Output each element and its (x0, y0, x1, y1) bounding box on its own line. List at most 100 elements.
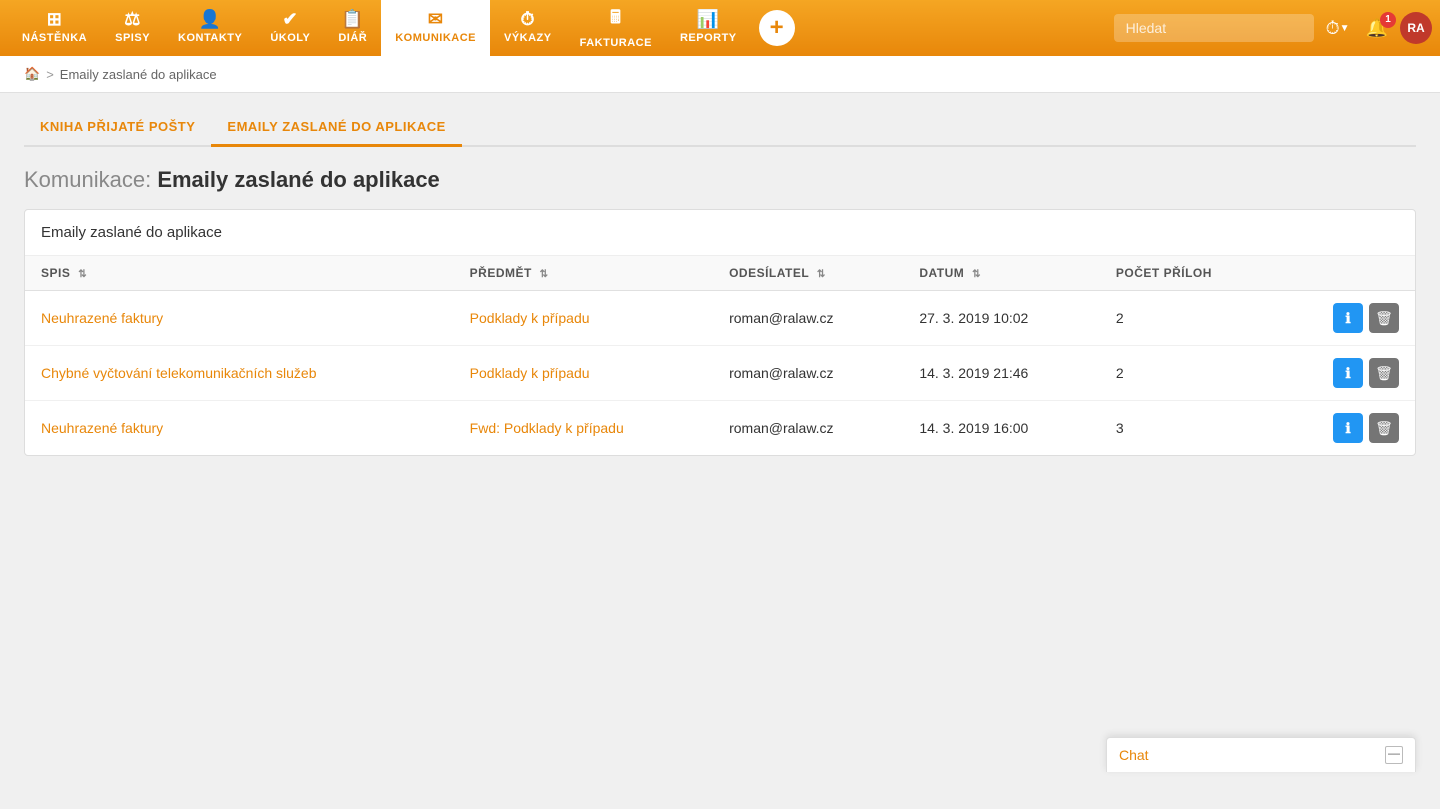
spis-link-2[interactable]: Neuhrazené faktury (41, 420, 163, 436)
nav-label-diar: DIÁŘ (338, 32, 367, 44)
kontakty-icon: 👤 (199, 9, 222, 30)
chat-widget: Chat — (1106, 737, 1416, 772)
info-button-1[interactable]: ℹ (1333, 358, 1363, 388)
fakturace-icon: 🖩 (610, 5, 621, 35)
notification-badge: 1 (1380, 12, 1396, 28)
tabs: KNIHA PŘIJATÉ POŠTY EMAILY ZASLANÉ DO AP… (24, 109, 1416, 147)
chat-label: Chat (1119, 747, 1149, 763)
predmet-link-0[interactable]: Podklady k případu (470, 310, 590, 326)
col-actions (1278, 256, 1415, 291)
nav-items: ⊞ NÁSTĚNKA ⚖ SPISY 👤 KONTAKTY ✔ ÚKOLY 📋 … (8, 0, 1114, 56)
cell-actions-1: ℹ 🗑 (1278, 346, 1415, 401)
col-odesilatel[interactable]: ODESÍLATEL ⇅ (713, 256, 903, 291)
cell-odesilatel-2: roman@ralaw.cz (713, 401, 903, 456)
clock-icon-button[interactable]: ⏱ ▼ (1322, 14, 1354, 43)
emails-table: SPIS ⇅ PŘEDMĚT ⇅ ODESÍLATEL ⇅ DATUM ⇅ (25, 256, 1415, 455)
cell-odesilatel-1: roman@ralaw.cz (713, 346, 903, 401)
cell-spis-2: Neuhrazené faktury (25, 401, 454, 456)
table-row: Neuhrazené faktury Fwd: Podklady k přípa… (25, 401, 1415, 456)
nav-item-komunikace[interactable]: ✉ KOMUNIKACE (381, 0, 490, 56)
spis-link-0[interactable]: Neuhrazené faktury (41, 310, 163, 326)
vykazy-icon: ⏱ (521, 9, 536, 30)
sort-icon-datum: ⇅ (972, 269, 981, 280)
page-title-label: Komunikace: (24, 167, 151, 192)
nav-item-kontakty[interactable]: 👤 KONTAKTY (164, 0, 256, 56)
cell-odesilatel-0: roman@ralaw.cz (713, 291, 903, 346)
cell-spis-1: Chybné vyčtování telekomunikačních služe… (25, 346, 454, 401)
chat-minimize-button[interactable]: — (1385, 746, 1403, 764)
search-input[interactable] (1114, 14, 1314, 42)
nav-label-reporty: REPORTY (680, 32, 737, 44)
nav-item-diar[interactable]: 📋 DIÁŘ (324, 0, 381, 56)
tab-kniha-prijate-posty[interactable]: KNIHA PŘIJATÉ POŠTY (24, 109, 211, 147)
spisy-icon: ⚖ (124, 9, 141, 30)
nav-item-nastanka[interactable]: ⊞ NÁSTĚNKA (8, 0, 101, 56)
nav-item-fakturace[interactable]: 🖩 FAKTURACE (566, 0, 666, 56)
reporty-icon: 📊 (697, 9, 720, 30)
cell-predmet-0: Podklady k případu (454, 291, 713, 346)
table-row: Chybné vyčtování telekomunikačních služe… (25, 346, 1415, 401)
cell-pocet-0: 2 (1100, 291, 1278, 346)
cell-pocet-2: 3 (1100, 401, 1278, 456)
table-row: Neuhrazené faktury Podklady k případu ro… (25, 291, 1415, 346)
notification-button[interactable]: 🔔 1 (1362, 14, 1392, 43)
cell-predmet-1: Podklady k případu (454, 346, 713, 401)
table-body: Neuhrazené faktury Podklady k případu ro… (25, 291, 1415, 456)
top-navigation: ⊞ NÁSTĚNKA ⚖ SPISY 👤 KONTAKTY ✔ ÚKOLY 📋 … (0, 0, 1440, 56)
nav-label-spisy: SPISY (115, 32, 150, 44)
page-content: KNIHA PŘIJATÉ POŠTY EMAILY ZASLANÉ DO AP… (0, 93, 1440, 809)
nav-label-kontakty: KONTAKTY (178, 32, 242, 44)
spis-link-1[interactable]: Chybné vyčtování telekomunikačních služe… (41, 365, 316, 381)
nav-item-reporty[interactable]: 📊 REPORTY (666, 0, 751, 56)
delete-button-1[interactable]: 🗑 (1369, 358, 1399, 388)
cell-datum-1: 14. 3. 2019 21:46 (903, 346, 1100, 401)
nav-label-fakturace: FAKTURACE (580, 37, 652, 49)
nav-label-komunikace: KOMUNIKACE (395, 32, 476, 44)
tab-emaily-zaslane[interactable]: EMAILY ZASLANÉ DO APLIKACE (211, 109, 461, 147)
page-title-main: Emaily zaslané do aplikace (157, 167, 439, 192)
nav-right: ⏱ ▼ 🔔 1 RA (1114, 12, 1432, 44)
col-spis[interactable]: SPIS ⇅ (25, 256, 454, 291)
nastanka-icon: ⊞ (47, 9, 63, 30)
emails-table-card: Emaily zaslané do aplikace SPIS ⇅ PŘEDMĚ… (24, 209, 1416, 456)
diar-icon: 📋 (341, 9, 364, 30)
cell-spis-0: Neuhrazené faktury (25, 291, 454, 346)
ukoly-icon: ✔ (283, 9, 299, 30)
komunikace-icon: ✉ (428, 9, 444, 30)
avatar-button[interactable]: RA (1400, 12, 1432, 44)
delete-button-2[interactable]: 🗑 (1369, 413, 1399, 443)
delete-button-0[interactable]: 🗑 (1369, 303, 1399, 333)
nav-item-ukoly[interactable]: ✔ ÚKOLY (256, 0, 324, 56)
table-header-row: SPIS ⇅ PŘEDMĚT ⇅ ODESÍLATEL ⇅ DATUM ⇅ (25, 256, 1415, 291)
col-datum[interactable]: DATUM ⇅ (903, 256, 1100, 291)
cell-datum-0: 27. 3. 2019 10:02 (903, 291, 1100, 346)
cell-pocet-1: 2 (1100, 346, 1278, 401)
clock-icon: ⏱ (1326, 18, 1340, 39)
nav-label-vykazy: VÝKAZY (504, 32, 552, 44)
sort-icon-odesilatel: ⇅ (817, 269, 826, 280)
sort-icon-spis: ⇅ (78, 269, 87, 280)
nav-item-spisy[interactable]: ⚖ SPISY (101, 0, 164, 56)
cell-predmet-2: Fwd: Podklady k případu (454, 401, 713, 456)
table-card-title: Emaily zaslané do aplikace (25, 210, 1415, 256)
nav-label-ukoly: ÚKOLY (270, 32, 310, 44)
add-button[interactable]: + (759, 10, 795, 46)
home-icon[interactable]: 🏠 (24, 66, 40, 82)
breadcrumb-current: Emaily zaslané do aplikace (60, 67, 217, 82)
info-button-0[interactable]: ℹ (1333, 303, 1363, 333)
sort-icon-predmet: ⇅ (540, 269, 549, 280)
breadcrumb-separator: > (46, 67, 54, 82)
avatar-initials: RA (1407, 21, 1424, 35)
predmet-link-2[interactable]: Fwd: Podklady k případu (470, 420, 624, 436)
col-pocet-priloh: POČET PŘÍLOH (1100, 256, 1278, 291)
col-predmet[interactable]: PŘEDMĚT ⇅ (454, 256, 713, 291)
info-button-2[interactable]: ℹ (1333, 413, 1363, 443)
page-title: Komunikace: Emaily zaslané do aplikace (24, 167, 1416, 193)
nav-item-vykazy[interactable]: ⏱ VÝKAZY (490, 0, 566, 56)
cell-actions-0: ℹ 🗑 (1278, 291, 1415, 346)
breadcrumb: 🏠 > Emaily zaslané do aplikace (0, 56, 1440, 93)
dropdown-arrow: ▼ (1340, 23, 1350, 34)
predmet-link-1[interactable]: Podklady k případu (470, 365, 590, 381)
minimize-icon: — (1388, 746, 1400, 760)
nav-label-nastanka: NÁSTĚNKA (22, 32, 87, 44)
